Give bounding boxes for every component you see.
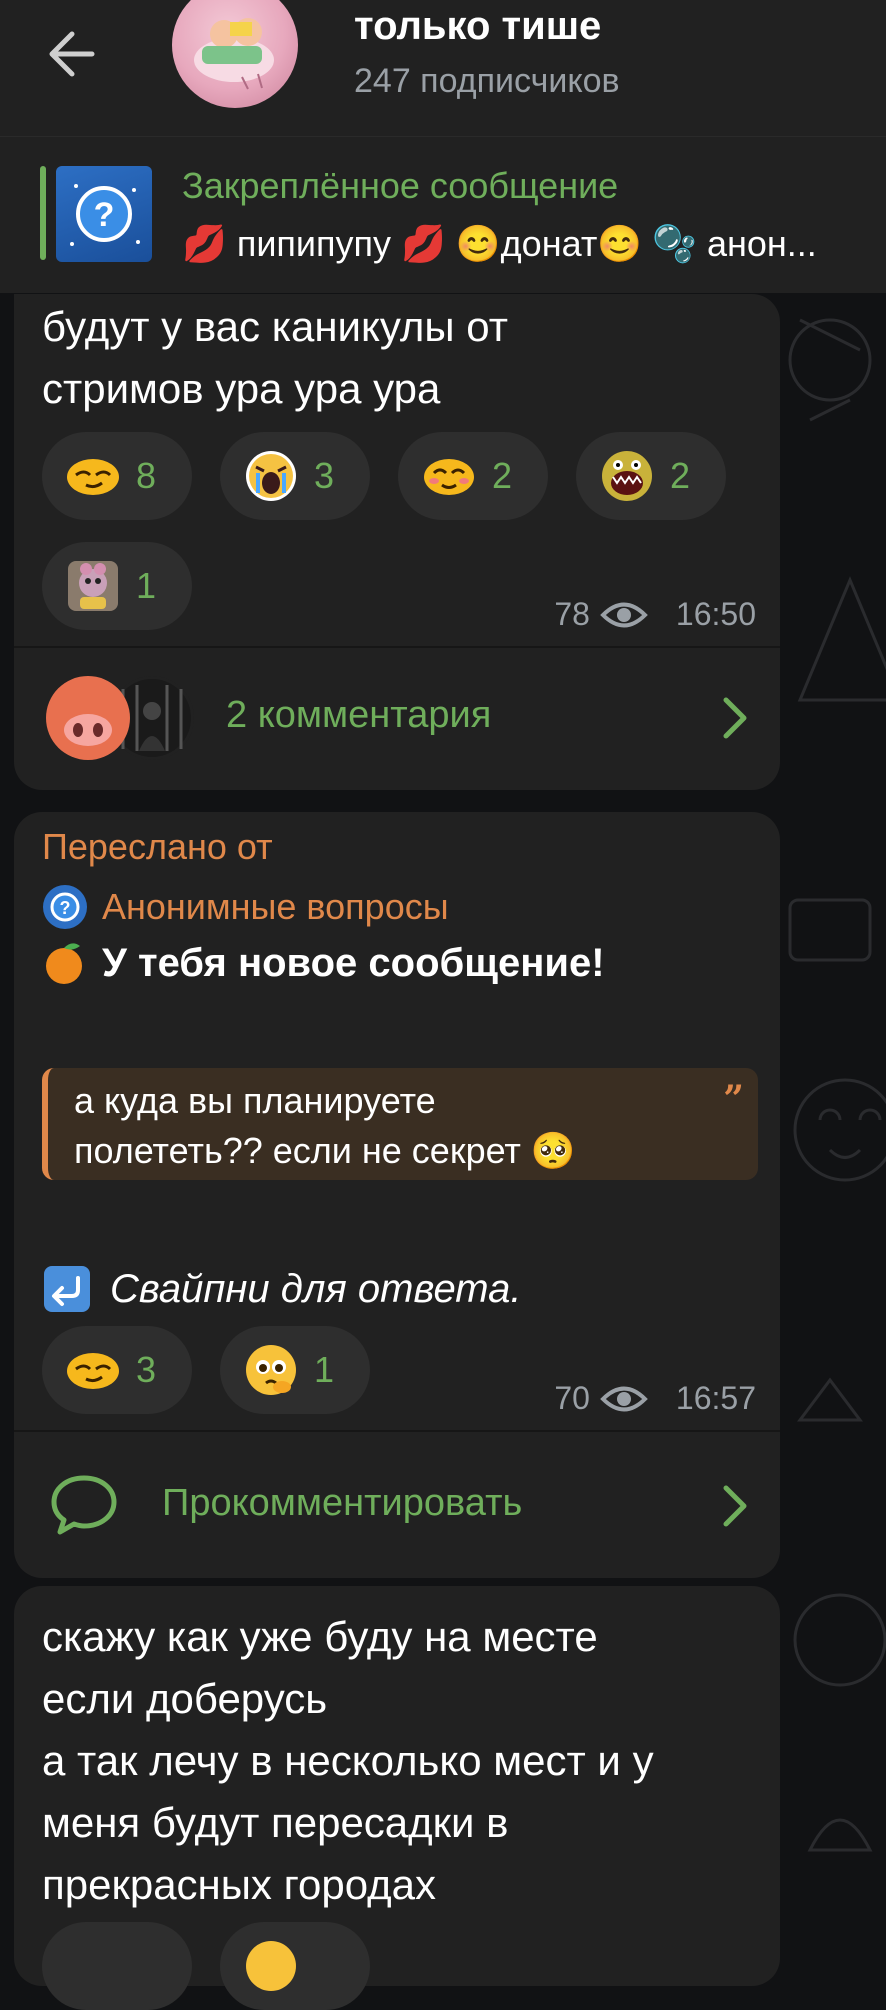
reaction-partial[interactable] [42, 1922, 192, 2010]
reaction-blushing[interactable]: 2 [398, 432, 548, 520]
reaction-pleading[interactable]: 1 [220, 1326, 370, 1414]
reaction-count: 3 [314, 455, 335, 496]
subscriber-count: 247 подписчиков [354, 62, 620, 100]
message-text: скажу как уже буду на месте если доберус… [42, 1613, 654, 1908]
reaction-count: 8 [136, 455, 157, 496]
pinned-thumbnail: ? [56, 166, 152, 262]
chevron-right-icon [723, 1485, 747, 1527]
reaction-count: 3 [136, 1349, 157, 1390]
view-count: 70 [554, 1380, 590, 1416]
swipe-hint: Свайпни для ответа. [42, 1264, 522, 1314]
message-text: будут у вас каникулы от стримов ура ура … [42, 303, 508, 412]
svg-text:?: ? [94, 196, 115, 234]
chevron-right-icon [723, 697, 747, 739]
reply-arrow-icon [44, 1266, 90, 1312]
headline: У тебя новое сообщение! [42, 940, 605, 986]
reaction-smug[interactable]: 8 [42, 432, 192, 520]
forwarded-source-name: Анонимные вопросы [102, 886, 449, 927]
anonymous-questions-icon: ? [43, 885, 87, 929]
channel-header: только тише 247 подписчиков [0, 0, 886, 137]
quote-mark-icon: ” [723, 1078, 744, 1120]
reaction-monster[interactable]: 2 [576, 432, 726, 520]
headline-text: У тебя новое сообщение! [102, 940, 605, 985]
comment-bubble-icon [51, 1475, 117, 1535]
emoji-icon [244, 1939, 298, 1993]
reaction-count: 2 [492, 455, 513, 496]
reaction-crying[interactable]: 3 [220, 432, 370, 520]
eye-icon [600, 1386, 648, 1411]
comment-action-label: Прокомментировать [162, 1482, 523, 1524]
forwarded-source[interactable]: ? Анонимные вопросы [42, 884, 449, 930]
comments-count-label: 2 комментария [226, 694, 492, 736]
reaction-partial[interactable] [220, 1922, 370, 2010]
smug-face-icon [66, 449, 120, 503]
reaction-smug[interactable]: 3 [42, 1326, 192, 1414]
message-meta: 70 16:57 [554, 1380, 756, 1417]
crying-face-icon [244, 449, 298, 503]
reaction-count: 2 [670, 455, 691, 496]
blushing-face-icon [422, 449, 476, 503]
pinned-indicator [40, 166, 46, 260]
quoted-question: а куда вы планируете полететь?? если не … [42, 1068, 758, 1180]
commenter-avatar-pig [46, 676, 130, 760]
svg-text:?: ? [60, 898, 71, 918]
reaction-count: 1 [136, 565, 157, 606]
pinned-title: Закреплённое сообщение [182, 165, 619, 206]
quote-text: а куда вы планируете полететь?? если не … [74, 1080, 576, 1171]
forwarded-label: Переслано от [42, 826, 273, 867]
reaction-count: 1 [314, 1349, 335, 1390]
monster-face-icon [600, 449, 654, 503]
channel-title[interactable]: только тише [354, 4, 601, 49]
pleading-face-icon [244, 1343, 298, 1397]
pinned-message-bar[interactable]: ? Закреплённое сообщение 💋 пипипупу 💋 😊д… [0, 137, 886, 293]
message-time: 16:50 [675, 596, 756, 632]
eye-icon [600, 602, 648, 627]
channel-avatar[interactable] [172, 0, 298, 108]
back-arrow-icon[interactable] [40, 22, 110, 86]
message-bubble[interactable]: будут у вас каникулы от стримов ура ура … [14, 294, 780, 790]
forwarded-message-bubble[interactable]: Переслано от ? Анонимные вопросы У тебя … [14, 812, 780, 1578]
view-count: 78 [554, 596, 590, 632]
tangerine-icon [46, 943, 82, 984]
message-meta: 78 16:50 [554, 596, 756, 633]
sticker-toy-icon [66, 559, 120, 613]
message-time: 16:57 [675, 1380, 756, 1416]
comments-row[interactable]: 2 комментария [14, 648, 780, 788]
comment-action-row[interactable]: Прокомментировать [14, 1432, 780, 1572]
pinned-text: 💋 пипипупу 💋 😊донат😊 🫧 анон... [182, 223, 817, 264]
reaction-sticker[interactable]: 1 [42, 542, 192, 630]
smug-face-icon [66, 1343, 120, 1397]
message-bubble[interactable]: скажу как уже буду на месте если доберус… [14, 1586, 780, 2010]
swipe-hint-text: Свайпни для ответа. [110, 1266, 522, 1311]
